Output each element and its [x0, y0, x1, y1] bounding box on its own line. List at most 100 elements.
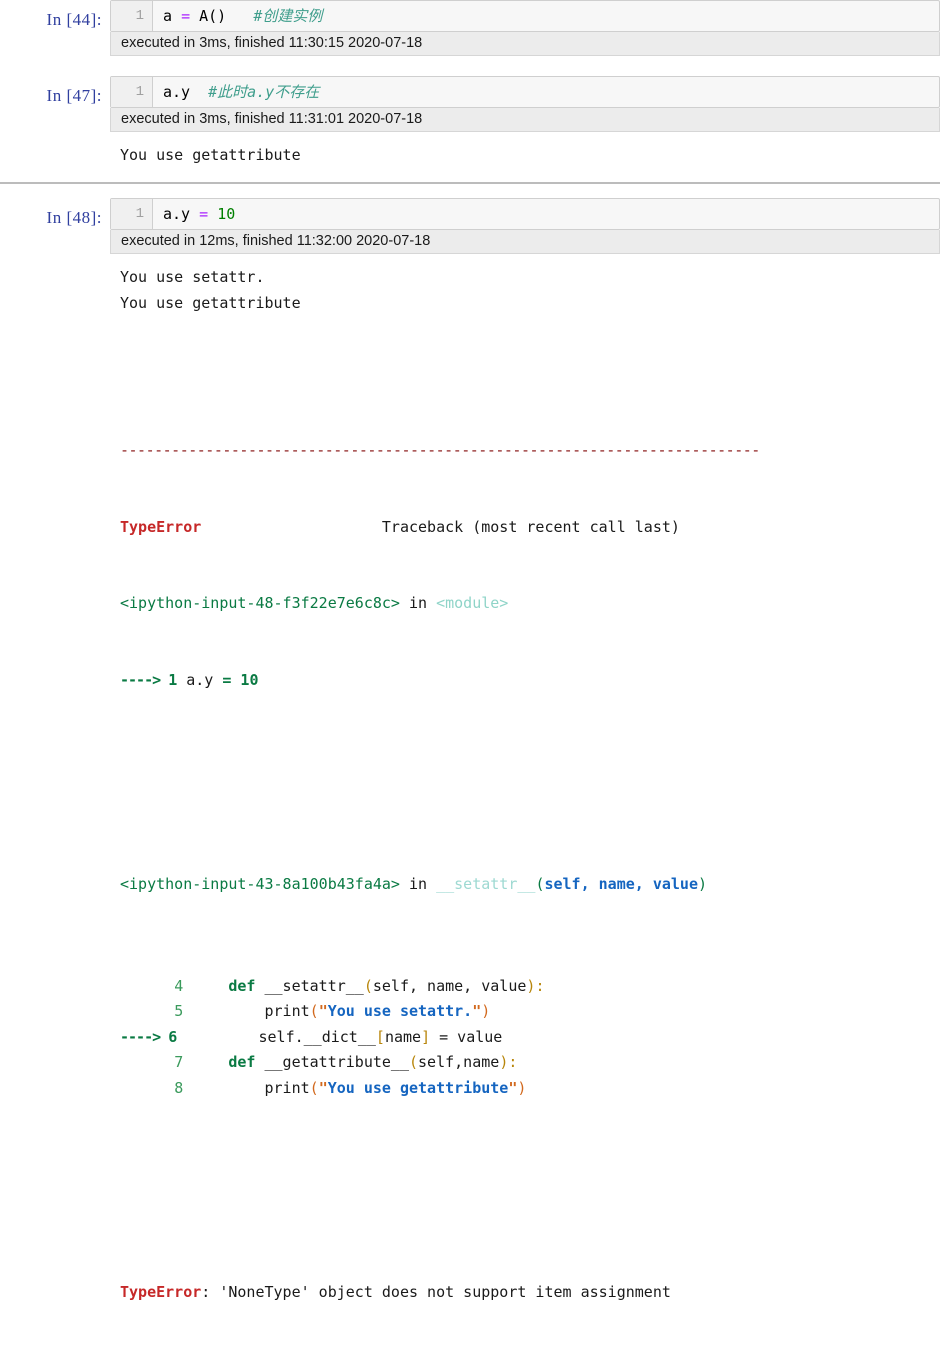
- code-token: a.y: [163, 83, 209, 101]
- traceback-code-token: ": [472, 1002, 482, 1020]
- traceback-arrow-icon: ---->: [120, 1027, 169, 1046]
- notebook-cell[interactable]: In [44]: 1 a = A() #创建实例 executed in 3ms…: [0, 0, 940, 56]
- traceback-source-line: 8 print("You use getattribute"): [120, 1076, 940, 1102]
- traceback-header: TypeError Traceback (most recent call la…: [120, 515, 940, 541]
- final-error-message: : 'NoneType' object does not support ite…: [201, 1282, 671, 1301]
- traceback-frame-function: __setattr__: [436, 874, 536, 893]
- traceback-code-token: [183, 1053, 228, 1071]
- traceback-header-text: Traceback (most recent call last): [381, 517, 680, 536]
- cell-input-row: In [47]: 1 a.y #此时a.y不存在 executed in 3ms…: [0, 76, 940, 132]
- traceback-arrow-spacer: [120, 1079, 174, 1097]
- traceback-code-token: (: [363, 976, 373, 995]
- cell-input-row: In [44]: 1 a = A() #创建实例 executed in 3ms…: [0, 0, 940, 56]
- traceback-line-number: 6: [168, 1027, 178, 1046]
- line-number-gutter: 1: [111, 199, 153, 229]
- traceback-code-token: = value: [430, 1027, 503, 1046]
- cell-stdout-output: You use setattr. You use getattribute: [120, 268, 301, 312]
- traceback-code-token: ": [318, 1002, 328, 1020]
- code-token: #创建实例: [253, 7, 323, 25]
- traceback-gap: [120, 367, 940, 387]
- notebook-cell[interactable]: In [48]: 1 a.y = 10 executed in 12ms, fi…: [0, 182, 940, 1356]
- traceback-paren-open: (: [535, 874, 545, 893]
- code-token: =: [199, 205, 209, 223]
- traceback-source-line: 4 def __setattr__(self, name, value):: [120, 974, 940, 1000]
- traceback-source-line: 5 print("You use setattr."): [120, 999, 940, 1025]
- traceback-frame-args: self, name, value: [544, 874, 698, 893]
- traceback-gap: [120, 1178, 940, 1204]
- traceback-header-pad: [201, 518, 382, 536]
- traceback-code-number: 10: [231, 670, 259, 689]
- cell-gap: [0, 168, 940, 182]
- execution-info-bar: executed in 3ms, finished 11:30:15 2020-…: [110, 32, 940, 56]
- code-token: #此时a.y不存在: [208, 83, 320, 101]
- notebook-container: In [44]: 1 a = A() #创建实例 executed in 3ms…: [0, 0, 940, 1356]
- execution-info-bar: executed in 12ms, finished 11:32:00 2020…: [110, 230, 940, 254]
- traceback-arrow-icon: ---->: [120, 670, 169, 689]
- traceback-code-token: You use getattribute: [327, 1078, 509, 1097]
- traceback-source-line: 7 def __getattribute__(self,name):: [120, 1050, 940, 1076]
- cell-prompt-label: In [47]:: [46, 86, 102, 105]
- traceback-frame-code: ----> 1 a.y = 10: [120, 668, 940, 694]
- traceback-line-number: 8: [174, 1078, 184, 1097]
- traceback-code-token: self,name: [418, 1053, 500, 1071]
- cell-input-wrapper: 1 a.y = 10 executed in 12ms, finished 11…: [110, 198, 940, 254]
- code-token: =: [181, 7, 191, 25]
- traceback-code-token: (: [309, 1078, 319, 1097]
- traceback-in-word: in: [399, 594, 437, 612]
- code-token: a.y: [163, 205, 200, 223]
- code-token: a: [163, 7, 182, 25]
- traceback-gap: [120, 770, 940, 796]
- traceback-frame-header: <ipython-input-48-f3f22e7e6c8c> in <modu…: [120, 591, 940, 617]
- traceback-code-token: ": [318, 1078, 328, 1097]
- traceback-in-word: in: [399, 874, 437, 893]
- traceback-frame-header: <ipython-input-43-8a100b43fa4a> in __set…: [120, 872, 940, 898]
- execution-info-bar: executed in 3ms, finished 11:31:01 2020-…: [110, 108, 940, 132]
- traceback-final-error: TypeError: 'NoneType' object does not su…: [120, 1280, 940, 1306]
- traceback-line-number: 4: [174, 976, 184, 995]
- traceback-code-token: ): [517, 1078, 527, 1097]
- code-token: 10: [217, 205, 236, 223]
- traceback-code-token: def: [228, 1053, 256, 1071]
- traceback-source-listing: 4 def __setattr__(self, name, value): 5 …: [120, 974, 940, 1102]
- code-editor[interactable]: 1 a = A() #创建实例: [110, 0, 940, 32]
- traceback-arrow-spacer: [120, 1002, 174, 1020]
- traceback-paren-close: ): [698, 874, 708, 893]
- code-token: A(): [190, 7, 254, 25]
- cell-input-wrapper: 1 a = A() #创建实例 executed in 3ms, finishe…: [110, 0, 940, 56]
- code-editor[interactable]: 1 a.y #此时a.y不存在: [110, 76, 940, 108]
- traceback-source-line: ----> 6 self.__dict__[name] = value: [120, 1025, 940, 1051]
- cell-prompt-label: In [48]:: [46, 208, 102, 227]
- traceback-code-token: self.__dict__: [177, 1027, 376, 1046]
- cell-gap: [0, 56, 940, 76]
- traceback-code-token: __getattribute__: [255, 1053, 409, 1071]
- traceback-line-number: 1: [168, 670, 178, 689]
- traceback-code-token: print: [183, 1078, 310, 1097]
- traceback-arrow-spacer: [120, 977, 174, 995]
- code-line[interactable]: a.y = 10: [153, 199, 939, 229]
- line-number-gutter: 1: [111, 77, 153, 107]
- code-line[interactable]: a.y #此时a.y不存在: [153, 77, 939, 107]
- code-line[interactable]: a = A() #创建实例: [153, 1, 939, 31]
- traceback-code-token: :: [508, 1053, 518, 1071]
- notebook-cell[interactable]: In [47]: 1 a.y #此时a.y不存在 executed in 3ms…: [0, 76, 940, 168]
- code-editor[interactable]: 1 a.y = 10: [110, 198, 940, 230]
- traceback-code-token: ]: [421, 1027, 431, 1046]
- traceback-code-token: ): [481, 1002, 491, 1020]
- traceback-frame-file: <ipython-input-48-f3f22e7e6c8c>: [120, 594, 400, 612]
- traceback-frame-file: <ipython-input-43-8a100b43fa4a>: [120, 874, 400, 893]
- traceback-code-token: ": [508, 1078, 518, 1097]
- traceback-code-token: (: [309, 1002, 319, 1020]
- traceback-rule: ----------------------------------------…: [120, 441, 760, 459]
- traceback-code-token: :: [535, 976, 545, 995]
- cell-input-row: In [48]: 1 a.y = 10 executed in 12ms, fi…: [0, 198, 940, 254]
- line-number-gutter: 1: [111, 1, 153, 31]
- traceback-code-token: You use setattr.: [327, 1002, 473, 1020]
- cell-input-wrapper: 1 a.y #此时a.y不存在 executed in 3ms, finishe…: [110, 76, 940, 132]
- traceback-code-plain: a.y: [177, 670, 223, 689]
- traceback-code-token: [183, 977, 228, 995]
- error-traceback: ----------------------------------------…: [110, 316, 940, 1356]
- cell-top-padding: [0, 184, 940, 198]
- traceback-code-token: [: [375, 1027, 385, 1046]
- traceback-code-token: ): [526, 976, 536, 995]
